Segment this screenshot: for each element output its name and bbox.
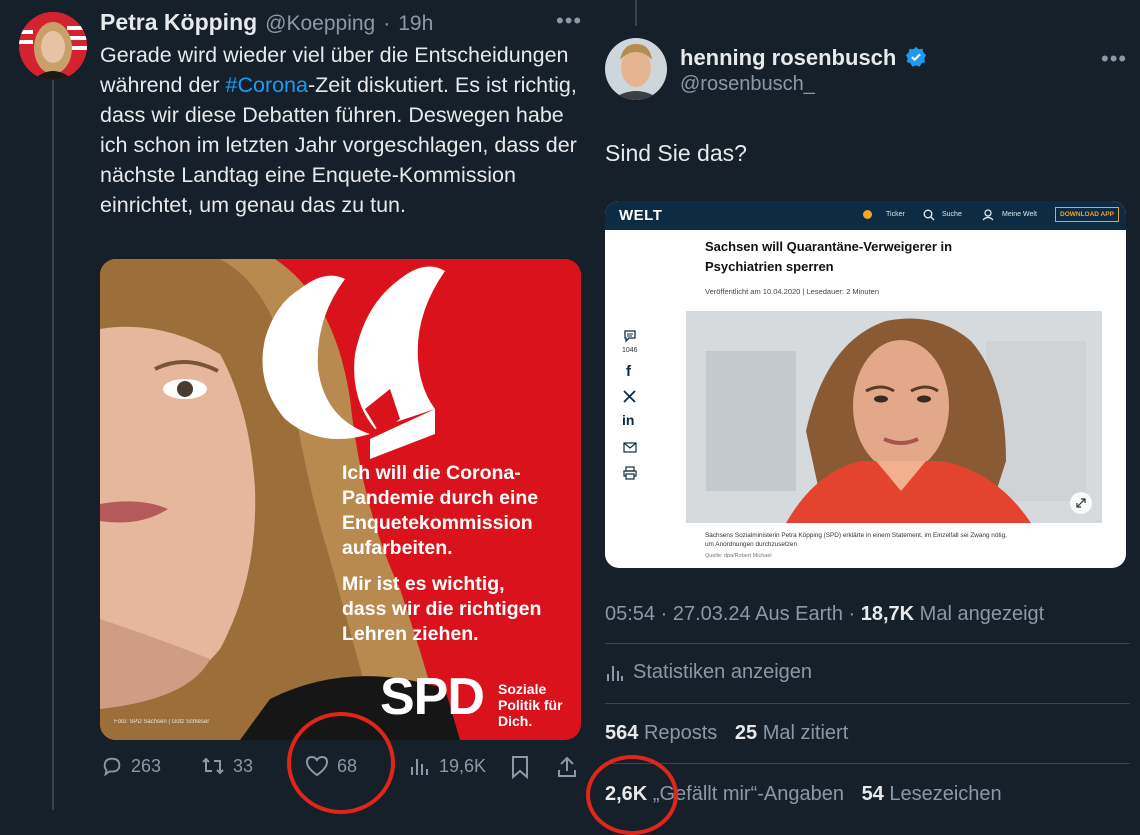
likes-label: „Gefällt mir“-Angaben (652, 783, 844, 805)
ad-quote-2: Mir ist es wichtig, dass wir die richtig… (342, 572, 541, 647)
author-name[interactable]: henning rosenbusch (680, 45, 896, 70)
verified-badge-icon (905, 46, 926, 67)
headline-line: Sachsen will Quarantäne-Verweigerer in (705, 239, 953, 254)
tweet-text: Sind Sie das? (605, 140, 747, 166)
slogan-line: Politik für (498, 697, 563, 713)
bar-chart-icon (411, 759, 428, 775)
repost-stats: 564 Reposts 25 Mal zitiert (605, 722, 848, 745)
ad-quote-line: dass wir die richtigen (342, 598, 542, 620)
author-name[interactable]: Petra Köpping (100, 9, 257, 36)
reply-button[interactable]: 263 (101, 755, 161, 777)
user-icon (982, 209, 994, 221)
ad-quote-line: Pandemie durch eine (342, 487, 539, 509)
bookmarks-stat[interactable]: 54 Lesezeichen (862, 783, 1002, 805)
highlight-circle-likes (287, 712, 395, 814)
photo-caption: Sachsens Sozialministerin Petra Köpping … (705, 531, 1007, 549)
article-photo (686, 311, 1102, 523)
views-button[interactable]: 19,6K (409, 755, 486, 777)
reposts-count: 564 (605, 722, 639, 744)
comment-count: 1046 (622, 347, 638, 354)
repost-icon (202, 757, 224, 775)
hashtag-link[interactable]: #Corona (226, 73, 308, 97)
headline-line: Psychiatrien sperren (705, 259, 834, 274)
print-icon (623, 466, 637, 480)
author-handle[interactable]: @Koepping (265, 12, 375, 36)
ad-quote-line: Ich will die Corona- (342, 462, 521, 484)
nav-ticker: Ticker (886, 211, 905, 218)
reply-icon (103, 757, 121, 777)
photo-credit: Foto: SPD Sachsen | Götz Schleser (114, 719, 210, 725)
linkedin-icon: in (622, 412, 635, 428)
search-icon (923, 209, 935, 221)
tweet-timestamp[interactable]: 19h (398, 12, 433, 36)
ad-quote-line: Lehren ziehen. (342, 623, 479, 645)
statistics-label: Statistiken anzeigen (633, 661, 813, 683)
thread-line-right (635, 0, 637, 26)
more-options-button[interactable]: ••• (556, 8, 582, 34)
views-label: Mal angezeigt (914, 603, 1045, 625)
share-button[interactable] (556, 755, 578, 779)
avatar-photo (19, 12, 87, 80)
x-logo-icon (623, 390, 636, 403)
expand-icon (1076, 498, 1086, 508)
bookmark-button[interactable] (510, 755, 530, 779)
comment-icon (624, 330, 636, 343)
slogan-line: Dich. (498, 713, 533, 729)
bookmark-icon (512, 756, 528, 779)
thread-line-left (52, 80, 54, 810)
view-count: 19,6K (439, 755, 487, 776)
more-options-button[interactable]: ••• (1101, 46, 1127, 72)
separator-dot: · (383, 12, 391, 35)
tweet-text: Gerade wird wieder viel über die Entsche… (100, 40, 590, 220)
mail-icon (623, 442, 637, 453)
facebook-icon: f (626, 363, 631, 380)
photo-source: Quelle: dpa/Robert Michael (705, 553, 772, 559)
bookmarks-label: Lesezeichen (889, 783, 1002, 805)
statistics-link[interactable]: Statistiken anzeigen (605, 661, 812, 684)
tweet-image[interactable]: Ich will die Corona- Pandemie durch eine… (100, 259, 581, 740)
divider (605, 703, 1130, 704)
tweet-time[interactable]: 05:54 · 27.03.24 Aus Earth · (605, 603, 861, 625)
reposts-label: Reposts (643, 722, 718, 744)
article-meta: Veröffentlicht am 10.04.2020 | Lesedauer… (705, 287, 880, 296)
welt-logo: WELT (619, 207, 663, 224)
avatar-photo (605, 38, 667, 100)
quotes-stat[interactable]: 25 Mal zitiert (735, 722, 848, 744)
slogan-line: Soziale (498, 681, 547, 697)
views-count: 18,7K (860, 603, 915, 625)
nav-search: Suche (942, 211, 962, 218)
article-headline: Sachsen will Quarantäne-Verweigerer in P… (705, 237, 952, 277)
bar-chart-icon (607, 665, 623, 681)
nav-account: Meine Welt (1002, 211, 1037, 218)
quotes-count: 25 (734, 722, 758, 744)
reply-count: 263 (131, 755, 162, 776)
welt-header: WELT Ticker Suche Meine Welt DOWNLOAD AP… (605, 201, 1126, 230)
bookmarks-count: 54 (861, 783, 884, 805)
ad-quote-line: Enquetekommission (342, 512, 533, 534)
share-icon (558, 756, 576, 777)
highlight-circle-likes (586, 755, 678, 835)
ticker-icon (863, 210, 872, 219)
download-app-button: DOWNLOAD APP (1055, 207, 1119, 222)
tweet-image[interactable]: WELT Ticker Suche Meine Welt DOWNLOAD AP… (605, 201, 1126, 568)
spd-logo: SPD (380, 668, 485, 726)
tweet-meta: 05:54 · 27.03.24 Aus Earth · 18,7K Mal a… (605, 603, 1044, 626)
caption-line: Sachsens Sozialministerin Petra Köpping … (705, 532, 1007, 539)
repost-button[interactable]: 33 (201, 755, 253, 777)
ad-quote-1: Ich will die Corona- Pandemie durch eine… (342, 461, 538, 561)
author-name-row: henning rosenbusch (680, 45, 927, 71)
caption-line: um Anordnungen durchzusetzen (705, 541, 798, 548)
ad-quote-line: aufarbeiten. (342, 537, 453, 559)
spd-slogan: Soziale Politik für Dich. (498, 681, 563, 729)
divider (605, 643, 1130, 644)
author-handle[interactable]: @rosenbusch_ (680, 73, 815, 96)
reposts-stat[interactable]: 564 Reposts (605, 722, 717, 744)
ad-quote-line: Mir ist es wichtig, (342, 573, 505, 595)
quotes-label: Mal zitiert (762, 722, 849, 744)
avatar[interactable] (19, 12, 87, 80)
repost-count: 33 (233, 755, 254, 776)
avatar[interactable] (605, 38, 667, 100)
divider (605, 763, 1130, 764)
